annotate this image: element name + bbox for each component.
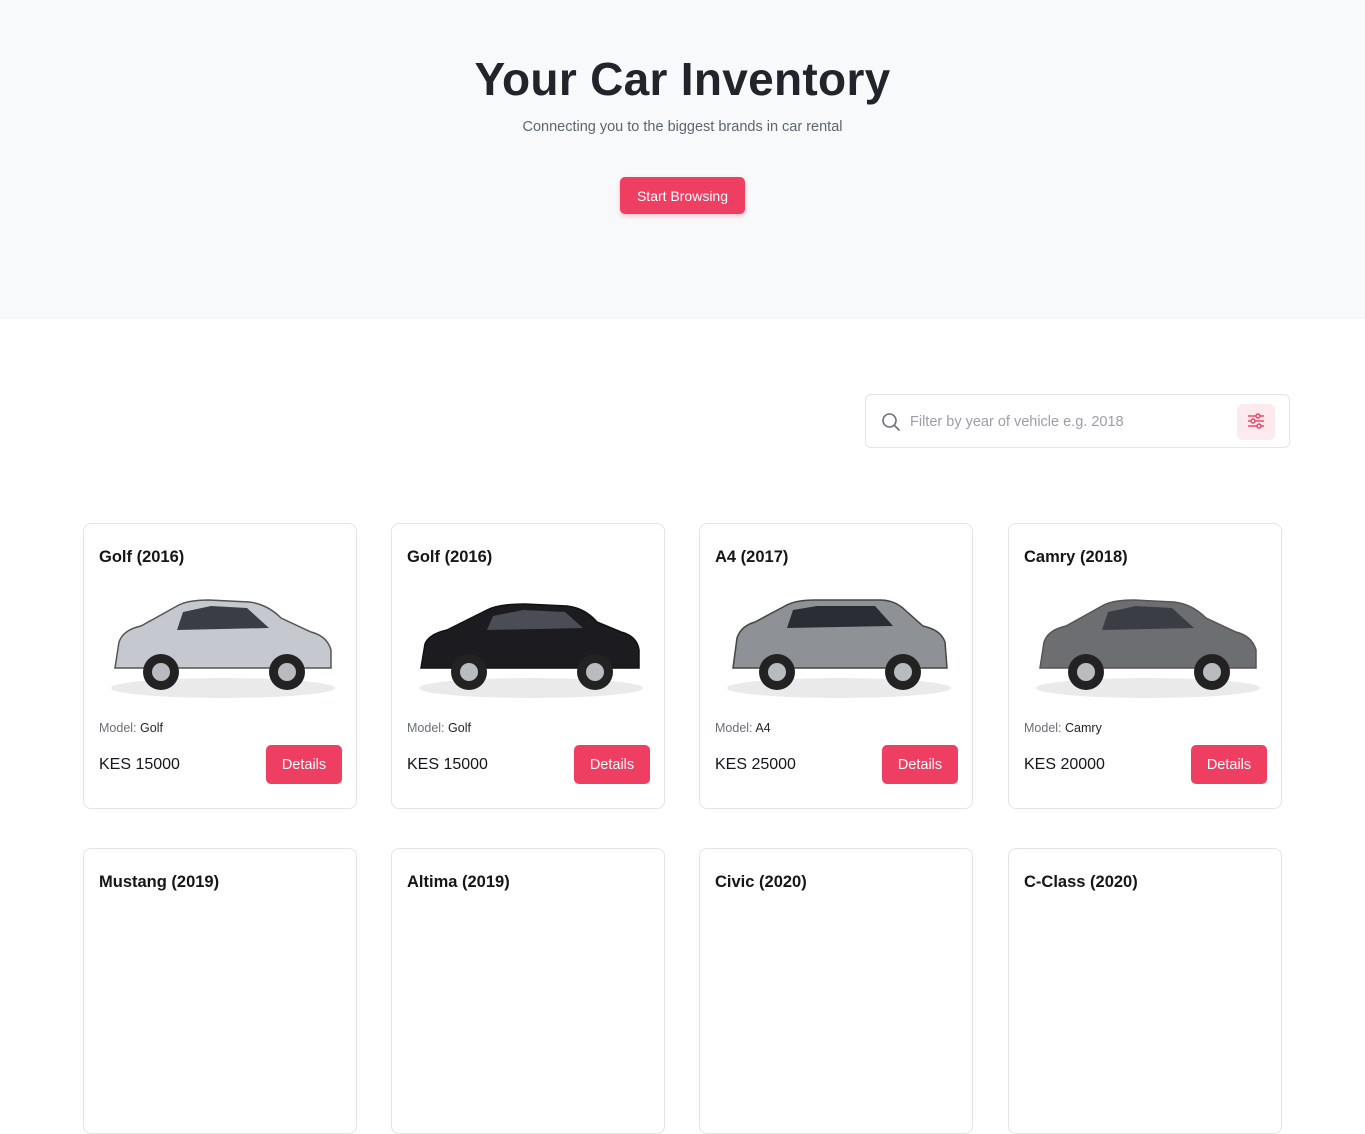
details-button[interactable]: Details — [882, 745, 958, 784]
page-title: Your Car Inventory — [474, 53, 891, 105]
car-price: KES 15000 — [407, 756, 488, 773]
car-title: Golf (2016) — [99, 548, 185, 566]
car-image — [715, 576, 958, 714]
car-title: Altima (2019) — [407, 873, 510, 891]
car-card: Camry (2018) Model: Camry KES 20000 Deta… — [1008, 523, 1282, 809]
details-button[interactable]: Details — [1191, 745, 1267, 784]
model-value: Golf — [140, 721, 163, 735]
page-subtitle: Connecting you to the biggest brands in … — [522, 119, 843, 135]
car-model: Model: Golf — [407, 721, 471, 735]
model-value: Camry — [1065, 721, 1102, 735]
hero-section: Your Car Inventory Connecting you to the… — [0, 0, 1365, 319]
car-card: Mustang (2019) — [83, 848, 357, 1134]
car-model: Model: Camry — [1024, 721, 1102, 735]
car-model: Model: Golf — [99, 721, 163, 735]
car-title: Camry (2018) — [1024, 548, 1128, 566]
model-label: Model: — [99, 721, 137, 735]
car-price: KES 20000 — [1024, 756, 1105, 773]
car-title: A4 (2017) — [715, 548, 789, 566]
sliders-icon — [1247, 412, 1265, 432]
search-icon — [881, 412, 901, 432]
model-label: Model: — [715, 721, 753, 735]
car-price: KES 25000 — [715, 756, 796, 773]
car-card: Golf (2016) Model: Golf KES 15000 Detail… — [83, 523, 357, 809]
car-card: A4 (2017) Model: A4 KES 25000 Details — [699, 523, 973, 809]
car-image — [1024, 576, 1267, 714]
model-value: A4 — [755, 721, 771, 735]
model-value: Golf — [448, 721, 471, 735]
car-title: Golf (2016) — [407, 548, 493, 566]
model-label: Model: — [1024, 721, 1062, 735]
car-card: Golf (2016) Model: Golf KES 15000 Detail… — [391, 523, 665, 809]
car-title: C-Class (2020) — [1024, 873, 1138, 891]
year-filter-search — [865, 394, 1290, 448]
start-browsing-button[interactable]: Start Browsing — [620, 177, 745, 214]
car-card: Civic (2020) — [699, 848, 973, 1134]
year-filter-input[interactable] — [910, 407, 1230, 437]
car-image — [99, 576, 342, 714]
car-card: Altima (2019) — [391, 848, 665, 1134]
car-card: C-Class (2020) — [1008, 848, 1282, 1134]
car-image — [407, 576, 650, 714]
details-button[interactable]: Details — [574, 745, 650, 784]
details-button[interactable]: Details — [266, 745, 342, 784]
model-label: Model: — [407, 721, 445, 735]
car-title: Mustang (2019) — [99, 873, 220, 891]
car-price: KES 15000 — [99, 756, 180, 773]
car-model: Model: A4 — [715, 721, 771, 735]
filter-button[interactable] — [1237, 404, 1275, 440]
car-title: Civic (2020) — [715, 873, 807, 891]
